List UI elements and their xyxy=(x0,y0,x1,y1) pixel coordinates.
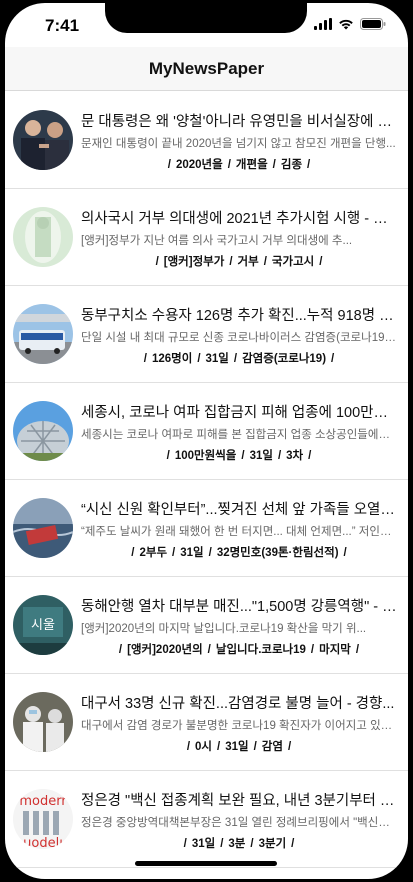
article-description: “제주도 날씨가 원래 돼했어 한 번 터지면... 대체 언제면...” 저인… xyxy=(81,526,397,538)
article-title: 세종시, 코로나 여파 집합금지 피해 업종에 100만원... xyxy=(81,405,397,421)
keyword-tag: 3분기 xyxy=(258,838,287,850)
keyword-tag: 2020년을 xyxy=(175,159,223,171)
article-description: 단일 시설 내 최대 규모로 신종 코로나바이러스 감염증(코로나19)... xyxy=(81,332,397,344)
article-description: 세종시는 코로나 여파로 피해를 본 집합금지 업종 소상공인들에게 1... xyxy=(81,429,397,441)
article-row[interactable]: 시울 동해안행 열차 대부분 매진..."1,500명 강릉역행" - Y... [… xyxy=(5,577,408,674)
article-row[interactable]: “시신 신원 확인부터”...찢겨진 선체 앞 가족들 오열 -... “제주도 … xyxy=(5,480,408,577)
keyword-tag: 3차 xyxy=(286,450,304,462)
keyword-tag: 2부두 xyxy=(139,547,168,559)
article-title: 정은경 "백신 접종계획 보완 필요, 내년 3분기부터 많... xyxy=(81,793,397,809)
article-keywords: /0시/31일 / 감염 / xyxy=(186,741,292,753)
keyword-tag: 31일 xyxy=(180,547,204,559)
article-keywords: /126명이/31일 / 감염증(코로나19) / xyxy=(143,353,335,365)
article-row[interactable]: 대구서 33명 신규 확진...감염경로 불명 늘어 - 경향... 대구에서 감… xyxy=(5,674,408,771)
battery-icon xyxy=(360,17,386,35)
home-indicator[interactable] xyxy=(135,861,277,866)
status-bar: 7:41 xyxy=(5,3,408,47)
keyword-tag: 31일 xyxy=(225,741,249,753)
keyword-tag: [앵커]2020년의 xyxy=(127,644,203,656)
keyword-tag: 31일 xyxy=(205,353,229,365)
article-title: 동해안행 열차 대부분 매진..."1,500명 강릉역행" - Y... xyxy=(81,599,397,615)
keyword-tag: 31일 xyxy=(191,838,216,850)
signal-icon xyxy=(314,17,332,35)
article-keywords: / [앵커]2020년의 / 날입니다.코로나19/마지막 / xyxy=(118,644,360,656)
bus-thumbnail xyxy=(13,304,73,364)
keyword-tag: 날입니다.코로나19 xyxy=(215,644,306,656)
article-keywords: / [앵커]정부가 / 거부 / 국가고시 / xyxy=(155,256,323,268)
article-row[interactable]: 문 대통령은 왜 '양철'아니라 유영민을 비서실장에 낙... 문재인 대통령이… xyxy=(5,92,408,189)
article-description: 대구에서 감염 경로가 불분명한 코로나19 확진자가 이어지고 있다.... xyxy=(81,720,397,732)
app-title: MyNewsPaper xyxy=(148,59,265,78)
keyword-tag: 개편을 xyxy=(235,159,268,171)
article-description: 문재인 대통령이 끝내 2020년을 넘기지 않고 참모진 개편을 단행... xyxy=(81,138,396,150)
keyword-tag: 마지막 xyxy=(319,644,351,656)
status-time: 7:41 xyxy=(45,16,80,35)
notch xyxy=(105,3,307,33)
article-title: 의사국시 거부 의대생에 2021년 추가시험 시행 - YTN xyxy=(81,211,397,227)
keyword-tag: 0시 xyxy=(195,741,213,753)
keyword-tag: 100만원씩을 xyxy=(174,450,237,462)
keyword-tag: 감염 xyxy=(261,741,283,753)
article-description: 정은경 중앙방역대책본부장은 31일 열린 정례브리핑에서 "백신으... xyxy=(81,817,397,829)
svg-text:시울: 시울 xyxy=(31,618,55,633)
article-keywords: /2부두/31일/32명민호(39톤·한림선적) / xyxy=(131,547,347,559)
sea-thumbnail xyxy=(13,498,73,558)
article-row[interactable]: moderr uodelı 정은경 "백신 접종계획 보완 필요, 내년 3분기부터… xyxy=(5,771,408,868)
keyword-tag: [앵커]정부가 xyxy=(163,256,225,268)
navigation-bar: MyNewsPaper xyxy=(5,47,408,91)
article-row[interactable]: 동부구치소 수용자 126명 추가 확진...누적 918명 단... 단일 시설… xyxy=(5,286,408,383)
phone-screen: 7:41 MyNewsPaper 문 대통령은 왜 '양철'아니라 유영민을 비… xyxy=(5,3,408,879)
keyword-tag: 김종 xyxy=(280,159,303,171)
keyword-tag: 국가고시 xyxy=(271,256,315,268)
keyword-tag: 거부 xyxy=(237,256,259,268)
building-thumbnail xyxy=(13,401,73,461)
svg-text:uodelı: uodelı xyxy=(23,836,63,849)
article-title: “시신 신원 확인부터”...찢겨진 선체 앞 가족들 오열 -... xyxy=(81,502,397,518)
keyword-tag: 32명민호(39톤·한림선적) xyxy=(216,547,339,559)
doctor-thumbnail xyxy=(13,207,73,267)
article-row[interactable]: 세종시, 코로나 여파 집합금지 피해 업종에 100만원... 세종시는 코로나… xyxy=(5,383,408,480)
article-row[interactable]: 의사국시 거부 의대생에 2021년 추가시험 시행 - YTN [앵커]정부가 … xyxy=(5,189,408,286)
station-thumbnail: 시울 xyxy=(13,595,73,655)
article-description: [앵커]2020년의 마지막 날입니다.코로나19 확산을 막기 위... xyxy=(81,623,367,635)
wifi-icon xyxy=(338,17,354,35)
svg-text:moderr: moderr xyxy=(19,794,67,809)
news-list[interactable]: 문 대통령은 왜 '양철'아니라 유영민을 비서실장에 낙... 문재인 대통령이… xyxy=(5,92,408,868)
medical-thumbnail xyxy=(13,692,73,752)
article-keywords: /100만원씩을/31일/3차 / xyxy=(166,450,312,462)
keyword-tag: 감염증(코로나19) xyxy=(242,353,327,365)
keyword-tag: 3분 xyxy=(228,838,246,850)
article-keywords: /2020년을 / 개편을 / 김종 / xyxy=(167,159,311,171)
moderna-thumbnail: moderr uodelı xyxy=(13,789,73,849)
keyword-tag: 31일 xyxy=(249,450,273,462)
people-thumbnail xyxy=(13,110,73,170)
article-title: 동부구치소 수용자 126명 추가 확진...누적 918명 단... xyxy=(81,308,397,324)
status-icons xyxy=(314,17,386,35)
article-keywords: /31일/3분/3분기 / xyxy=(183,838,295,850)
article-description: [앵커]정부가 지난 여름 의사 국가고시 거부 의대생에 추... xyxy=(81,235,353,247)
article-title: 문 대통령은 왜 '양철'아니라 유영민을 비서실장에 낙... xyxy=(81,114,397,130)
keyword-tag: 126명이 xyxy=(151,353,193,365)
article-title: 대구서 33명 신규 확진...감염경로 불명 늘어 - 경향... xyxy=(81,696,395,712)
